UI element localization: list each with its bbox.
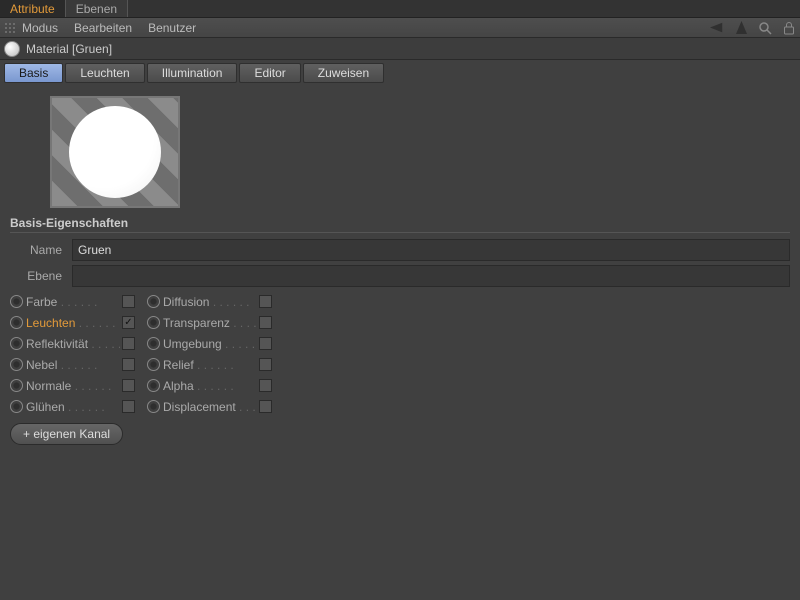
checkbox-displacement[interactable]	[259, 400, 272, 413]
radio-leuchten[interactable]	[10, 316, 23, 329]
add-channel-button[interactable]: + eigenen Kanal	[10, 423, 123, 445]
content-area: Basis-Eigenschaften Name Ebene Farbe Leu…	[0, 86, 800, 455]
label-alpha[interactable]: Alpha	[163, 379, 257, 393]
tab-attribute[interactable]: Attribute	[0, 0, 66, 17]
radio-normale[interactable]	[10, 379, 23, 392]
tab-leuchten[interactable]: Leuchten	[65, 63, 144, 83]
label-gluehen[interactable]: Glühen	[26, 400, 120, 414]
label-farbe[interactable]: Farbe	[26, 295, 120, 309]
channel-farbe: Farbe	[10, 291, 135, 312]
channel-gluehen: Glühen	[10, 396, 135, 417]
checkbox-leuchten[interactable]	[122, 316, 135, 329]
nav-back-icon[interactable]	[710, 21, 724, 35]
ebene-input[interactable]	[72, 265, 790, 287]
material-icon	[4, 41, 20, 57]
checkbox-normale[interactable]	[122, 379, 135, 392]
menu-modus[interactable]: Modus	[22, 21, 58, 35]
label-displacement[interactable]: Displacement	[163, 400, 257, 414]
checkbox-alpha[interactable]	[259, 379, 272, 392]
channel-alpha: Alpha	[147, 375, 272, 396]
preview-sphere-icon	[69, 106, 161, 198]
name-label: Name	[10, 243, 62, 257]
radio-relief[interactable]	[147, 358, 160, 371]
channel-col-2: Diffusion Transparenz Umgebung Relief Al	[147, 291, 272, 417]
label-normale[interactable]: Normale	[26, 379, 120, 393]
channel-grid: Farbe Leuchten Reflektivität Nebel Norma	[10, 291, 790, 417]
grip-icon	[4, 22, 16, 34]
tab-illumination[interactable]: Illumination	[147, 63, 238, 83]
radio-displacement[interactable]	[147, 400, 160, 413]
menu-bearbeiten[interactable]: Bearbeiten	[74, 21, 132, 35]
radio-transparenz[interactable]	[147, 316, 160, 329]
radio-umgebung[interactable]	[147, 337, 160, 350]
label-umgebung[interactable]: Umgebung	[163, 337, 257, 351]
search-icon[interactable]	[758, 21, 772, 35]
lock-icon[interactable]	[782, 21, 796, 35]
material-preview[interactable]	[50, 96, 180, 208]
ebene-label: Ebene	[10, 269, 62, 283]
checkbox-nebel[interactable]	[122, 358, 135, 371]
label-relief[interactable]: Relief	[163, 358, 257, 372]
checkbox-farbe[interactable]	[122, 295, 135, 308]
menu-benutzer[interactable]: Benutzer	[148, 21, 196, 35]
tab-zuweisen[interactable]: Zuweisen	[303, 63, 384, 83]
radio-gluehen[interactable]	[10, 400, 23, 413]
label-leuchten[interactable]: Leuchten	[26, 316, 120, 330]
tab-ebenen[interactable]: Ebenen	[66, 0, 128, 17]
radio-diffusion[interactable]	[147, 295, 160, 308]
label-nebel[interactable]: Nebel	[26, 358, 120, 372]
channel-relief: Relief	[147, 354, 272, 375]
checkbox-relief[interactable]	[259, 358, 272, 371]
checkbox-transparenz[interactable]	[259, 316, 272, 329]
field-name: Name	[10, 239, 790, 261]
channel-diffusion: Diffusion	[147, 291, 272, 312]
section-title: Basis-Eigenschaften	[10, 216, 790, 233]
radio-nebel[interactable]	[10, 358, 23, 371]
name-input[interactable]	[72, 239, 790, 261]
radio-farbe[interactable]	[10, 295, 23, 308]
checkbox-diffusion[interactable]	[259, 295, 272, 308]
channel-leuchten: Leuchten	[10, 312, 135, 333]
tab-basis[interactable]: Basis	[4, 63, 63, 83]
nav-up-icon[interactable]	[734, 21, 748, 35]
menu-bar: Modus Bearbeiten Benutzer	[0, 18, 800, 38]
radio-reflektivitaet[interactable]	[10, 337, 23, 350]
channel-nebel: Nebel	[10, 354, 135, 375]
channel-col-1: Farbe Leuchten Reflektivität Nebel Norma	[10, 291, 135, 417]
manager-tab-bar: Attribute Ebenen	[0, 0, 800, 18]
field-ebene: Ebene	[10, 265, 790, 287]
channel-reflektivitaet: Reflektivität	[10, 333, 135, 354]
tab-editor[interactable]: Editor	[239, 63, 300, 83]
checkbox-umgebung[interactable]	[259, 337, 272, 350]
checkbox-gluehen[interactable]	[122, 400, 135, 413]
channel-displacement: Displacement	[147, 396, 272, 417]
label-transparenz[interactable]: Transparenz	[163, 316, 257, 330]
material-title: Material [Gruen]	[26, 42, 112, 56]
label-reflektivitaet[interactable]: Reflektivität	[26, 337, 120, 351]
radio-alpha[interactable]	[147, 379, 160, 392]
channel-transparenz: Transparenz	[147, 312, 272, 333]
channel-normale: Normale	[10, 375, 135, 396]
object-header: Material [Gruen]	[0, 38, 800, 60]
property-tabs: Basis Leuchten Illumination Editor Zuwei…	[0, 60, 800, 86]
label-diffusion[interactable]: Diffusion	[163, 295, 257, 309]
checkbox-reflektivitaet[interactable]	[122, 337, 135, 350]
channel-umgebung: Umgebung	[147, 333, 272, 354]
